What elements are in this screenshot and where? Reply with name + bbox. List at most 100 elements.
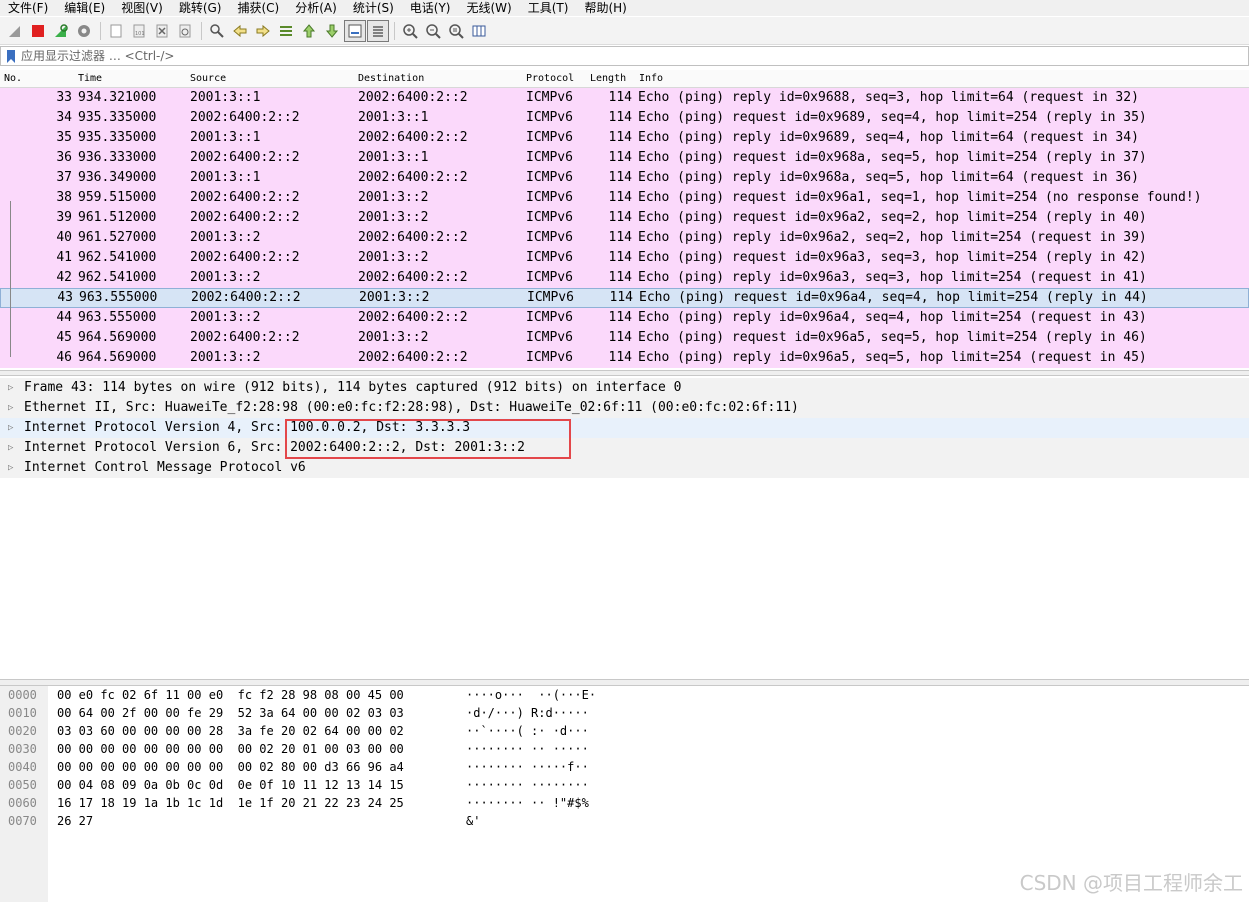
go-back-icon[interactable] — [229, 20, 251, 42]
menu-item[interactable]: 捕获(C) — [229, 0, 287, 16]
expand-arrow-icon[interactable]: ▷ — [8, 378, 13, 398]
menu-item[interactable]: 编辑(E) — [56, 0, 113, 16]
packet-cell-info: Echo (ping) reply id=0x96a4, seq=4, hop … — [638, 310, 1147, 325]
hex-bytes[interactable]: 16 17 18 19 1a 1b 1c 1d 1e 1f 20 21 22 2… — [57, 794, 404, 812]
zoom-out-icon[interactable] — [422, 20, 444, 42]
toolbar-separator — [394, 21, 395, 40]
column-header-destination[interactable]: Destination — [358, 70, 424, 87]
ascii-bytes[interactable]: ········ ········ — [466, 776, 589, 794]
hex-bytes[interactable]: 00 00 00 00 00 00 00 00 00 02 20 01 00 0… — [57, 740, 404, 758]
packet-row[interactable]: 36 936.333000 2002:6400:2::2 2001:3::1 ICMPv… — [0, 148, 1249, 168]
packet-row[interactable]: 35 935.335000 2001:3::1 2002:6400:2::2 ICMPv… — [0, 128, 1249, 148]
menu-item[interactable]: 分析(A) — [287, 0, 345, 16]
toolbar-separator — [201, 21, 202, 40]
packet-row[interactable]: 37 936.349000 2001:3::1 2002:6400:2::2 ICMPv… — [0, 168, 1249, 188]
detail-tree-row[interactable]: ▷ Internet Protocol Version 6, Src: 2002:… — [0, 438, 1249, 458]
menu-item[interactable]: 帮助(H) — [576, 0, 634, 16]
first-packet-icon[interactable] — [298, 20, 320, 42]
byte-offset[interactable]: 0000 — [8, 686, 37, 704]
open-file-icon[interactable] — [105, 20, 127, 42]
packet-row[interactable]: 40 961.527000 2001:3::2 2002:6400:2::2 ICMPv… — [0, 228, 1249, 248]
packet-row[interactable]: 45 964.569000 2002:6400:2::2 2001:3::2 ICMPv… — [0, 328, 1249, 348]
column-header-info[interactable]: Info — [639, 70, 663, 87]
pane-splitter[interactable] — [0, 370, 1249, 376]
ascii-bytes[interactable]: ········ ·····f·· — [466, 758, 589, 776]
ascii-bytes[interactable]: ········ ·· ····· — [466, 740, 589, 758]
packet-row[interactable]: 41 962.541000 2002:6400:2::2 2001:3::2 ICMPv… — [0, 248, 1249, 268]
packet-row[interactable]: 34 935.335000 2002:6400:2::2 2001:3::1 ICMPv… — [0, 108, 1249, 128]
ascii-bytes[interactable]: &' — [466, 812, 480, 830]
ascii-bytes[interactable]: ····o··· ··(···E· — [466, 686, 596, 704]
byte-offset[interactable]: 0050 — [8, 776, 37, 794]
hex-bytes[interactable]: 00 e0 fc 02 6f 11 00 e0 fc f2 28 98 08 0… — [57, 686, 404, 704]
resize-columns-icon[interactable] — [468, 20, 490, 42]
zoom-normal-icon[interactable] — [445, 20, 467, 42]
hex-bytes[interactable]: 26 27 — [57, 812, 93, 830]
packet-row[interactable]: 44 963.555000 2001:3::2 2002:6400:2::2 ICMPv… — [0, 308, 1249, 328]
find-icon[interactable] — [206, 20, 228, 42]
bookmark-icon[interactable] — [4, 48, 18, 64]
menu-item[interactable]: 视图(V) — [113, 0, 171, 16]
byte-offset[interactable]: 0020 — [8, 722, 37, 740]
packet-row[interactable]: 38 959.515000 2002:6400:2::2 2001:3::2 ICMPv… — [0, 188, 1249, 208]
zoom-in-icon[interactable] — [399, 20, 421, 42]
detail-tree-row[interactable]: ▷ Ethernet II, Src: HuaweiTe_f2:28:98 (00… — [0, 398, 1249, 418]
close-file-icon[interactable] — [151, 20, 173, 42]
options-gear-icon[interactable] — [73, 20, 95, 42]
packet-cell-len: 114 — [608, 350, 632, 365]
hex-bytes[interactable]: 03 03 60 00 00 00 00 28 3a fe 20 02 64 0… — [57, 722, 404, 740]
column-header-source[interactable]: Source — [190, 70, 226, 87]
ascii-bytes[interactable]: ·d·/···) R:d····· — [466, 704, 589, 722]
expand-arrow-icon[interactable]: ▷ — [8, 418, 13, 438]
pane-splitter[interactable] — [0, 679, 1249, 686]
column-header-no[interactable]: No. — [4, 70, 22, 87]
ascii-bytes[interactable]: ········ ·· !"#$% — [466, 794, 589, 812]
go-forward-icon[interactable] — [252, 20, 274, 42]
hex-bytes[interactable]: 00 64 00 2f 00 00 fe 29 52 3a 64 00 00 0… — [57, 704, 404, 722]
colorize-icon[interactable] — [367, 19, 389, 42]
last-packet-icon[interactable] — [321, 20, 343, 42]
menu-item[interactable]: 工具(T) — [520, 0, 577, 16]
svg-text:101: 101 — [135, 31, 145, 37]
packet-cell-len: 114 — [609, 290, 633, 305]
reload-icon[interactable] — [174, 20, 196, 42]
ascii-bytes[interactable]: ··`····( :· ·d··· — [466, 722, 589, 740]
byte-offset[interactable]: 0060 — [8, 794, 37, 812]
menu-item[interactable]: 文件(F) — [0, 0, 56, 16]
shark-fin-icon[interactable] — [4, 20, 26, 42]
stop-icon[interactable] — [27, 20, 49, 42]
packet-row[interactable]: 39 961.512000 2002:6400:2::2 2001:3::2 ICMPv… — [0, 208, 1249, 228]
menu-item[interactable]: 电话(Y) — [402, 0, 459, 16]
column-header-protocol[interactable]: Protocol — [526, 70, 574, 87]
packet-row-selected[interactable]: 43 963.555000 2002:6400:2::2 2001:3::2 ICMPv… — [0, 288, 1249, 308]
autoscroll-icon[interactable] — [344, 19, 366, 42]
byte-offset[interactable]: 0030 — [8, 740, 37, 758]
byte-offset[interactable]: 0040 — [8, 758, 37, 776]
packet-cell-info: Echo (ping) request id=0x96a2, seq=2, ho… — [638, 210, 1147, 225]
packet-row[interactable]: 33 934.321000 2001:3::1 2002:6400:2::2 ICMPv… — [0, 88, 1249, 108]
restart-icon[interactable] — [50, 20, 72, 42]
expand-arrow-icon[interactable]: ▷ — [8, 438, 13, 458]
packet-row[interactable]: 46 964.569000 2001:3::2 2002:6400:2::2 ICMPv… — [0, 348, 1249, 368]
detail-tree-row[interactable]: ▷ Internet Control Message Protocol v6 — [0, 458, 1249, 478]
menu-item[interactable]: 无线(W) — [459, 0, 520, 16]
column-header-length[interactable]: Length — [590, 70, 626, 87]
packet-cell-len: 114 — [608, 210, 632, 225]
expand-arrow-icon[interactable]: ▷ — [8, 398, 13, 418]
detail-tree-row[interactable]: ▷ Internet Protocol Version 4, Src: 100.0… — [0, 418, 1249, 438]
column-header-time[interactable]: Time — [78, 70, 102, 87]
byte-offset[interactable]: 0010 — [8, 704, 37, 722]
save-file-icon[interactable]: 101 — [128, 20, 150, 42]
go-to-packet-icon[interactable] — [275, 20, 297, 42]
menu-item[interactable]: 跳转(G) — [171, 0, 230, 16]
expand-arrow-icon[interactable]: ▷ — [8, 458, 13, 478]
detail-tree-row[interactable]: ▷ Frame 43: 114 bytes on wire (912 bits),… — [0, 378, 1249, 398]
packet-list: 33 934.321000 2001:3::1 2002:6400:2::2 ICMPv… — [0, 88, 1249, 368]
hex-bytes[interactable]: 00 00 00 00 00 00 00 00 00 02 80 00 d3 6… — [57, 758, 404, 776]
byte-offset[interactable]: 0070 — [8, 812, 37, 830]
menu-item[interactable]: 统计(S) — [345, 0, 402, 16]
menu-bar: 文件(F) 编辑(E) 视图(V) 跳转(G) 捕获(C) 分析(A) 统计(S) 电话(Y)… — [0, 0, 1249, 16]
packet-row[interactable]: 42 962.541000 2001:3::2 2002:6400:2::2 ICMPv… — [0, 268, 1249, 288]
display-filter-input[interactable] — [18, 47, 1248, 65]
hex-bytes[interactable]: 00 04 08 09 0a 0b 0c 0d 0e 0f 10 11 12 1… — [57, 776, 404, 794]
